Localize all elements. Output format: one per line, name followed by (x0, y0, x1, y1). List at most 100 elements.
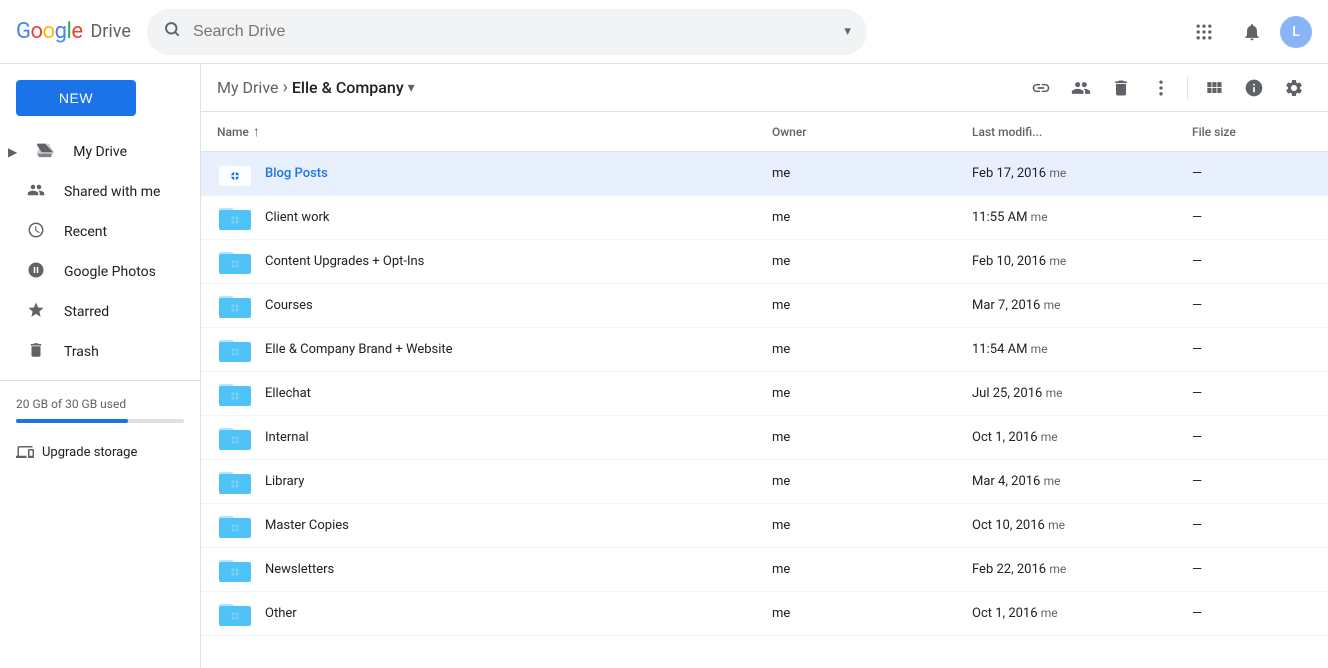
more-button[interactable] (1143, 70, 1179, 106)
file-name: Blog Posts (265, 166, 772, 181)
toolbar: My Drive › Elle & Company ▾ (201, 64, 1328, 112)
file-owner: me (772, 606, 972, 621)
sidebar-item-label: Recent (64, 224, 107, 240)
main-content: My Drive › Elle & Company ▾ (200, 64, 1328, 668)
settings-button[interactable] (1276, 70, 1312, 106)
upgrade-label: Upgrade storage (42, 445, 137, 460)
sidebar-item-trash[interactable]: Trash (0, 332, 200, 372)
file-name: Ellechat (265, 386, 772, 401)
file-name: Newsletters (265, 562, 772, 577)
sidebar-item-recent[interactable]: Recent (0, 212, 200, 252)
grid-view-button[interactable] (1196, 70, 1232, 106)
share-button[interactable] (1063, 70, 1099, 106)
file-rows: Blog Posts me Feb 17, 2016 me — Client w… (201, 152, 1328, 636)
sidebar-item-my-drive[interactable]: ▶ My Drive (0, 132, 200, 172)
table-row[interactable]: Master Copies me Oct 10, 2016 me — (201, 504, 1328, 548)
file-owner: me (772, 562, 972, 577)
file-size: — (1192, 210, 1312, 225)
table-row[interactable]: Elle & Company Brand + Website me 11:54 … (201, 328, 1328, 372)
delete-button[interactable] (1103, 70, 1139, 106)
search-bar[interactable]: ▾ (147, 9, 867, 55)
file-modified: Feb 22, 2016 me (972, 562, 1192, 577)
file-owner: me (772, 166, 972, 181)
storage-section: 20 GB of 30 GB used (0, 389, 200, 435)
logo: Google Drive (16, 19, 131, 44)
drive-label: Drive (90, 21, 130, 42)
file-owner: me (772, 386, 972, 401)
column-size-header[interactable]: File size (1192, 125, 1312, 139)
file-size: — (1192, 518, 1312, 533)
table-row[interactable]: Courses me Mar 7, 2016 me — (201, 284, 1328, 328)
table-row[interactable]: Blog Posts me Feb 17, 2016 me — (201, 152, 1328, 196)
file-modified: Jul 25, 2016 me (972, 386, 1192, 401)
file-owner: me (772, 298, 972, 313)
file-name: Other (265, 606, 772, 621)
people-icon (24, 181, 48, 204)
search-icon (163, 20, 181, 43)
column-modified-header[interactable]: Last modifi... (972, 125, 1192, 139)
toolbar-actions (1023, 70, 1312, 106)
sidebar-divider (0, 380, 200, 381)
folder-icon (217, 420, 253, 456)
column-name-header[interactable]: Name ↑ (217, 123, 772, 140)
file-list-header: Name ↑ Owner Last modifi... File size (201, 112, 1328, 152)
link-button[interactable] (1023, 70, 1059, 106)
table-row[interactable]: Library me Mar 4, 2016 me — (201, 460, 1328, 504)
breadcrumb-parent[interactable]: My Drive (217, 78, 278, 97)
file-modified: Feb 10, 2016 me (972, 254, 1192, 269)
column-modified-label: Last modifi... (972, 125, 1042, 139)
column-owner-header[interactable]: Owner (772, 125, 972, 139)
toolbar-divider (1187, 76, 1188, 100)
file-owner: me (772, 342, 972, 357)
table-row[interactable]: Content Upgrades + Opt-Ins me Feb 10, 20… (201, 240, 1328, 284)
folder-icon (217, 288, 253, 324)
expand-arrow-icon: ▶ (8, 145, 17, 159)
file-owner: me (772, 474, 972, 489)
table-row[interactable]: Client work me 11:55 AM me — (201, 196, 1328, 240)
avatar[interactable]: L (1280, 16, 1312, 48)
file-size: — (1192, 254, 1312, 269)
file-list: Name ↑ Owner Last modifi... File size (201, 112, 1328, 668)
breadcrumb-current[interactable]: Elle & Company ▾ (292, 78, 415, 97)
table-row[interactable]: Newsletters me Feb 22, 2016 me — (201, 548, 1328, 592)
info-button[interactable] (1236, 70, 1272, 106)
notifications-button[interactable] (1232, 12, 1272, 52)
sidebar-item-label: Starred (64, 304, 109, 320)
sidebar-item-label: My Drive (73, 144, 127, 160)
table-row[interactable]: Internal me Oct 1, 2016 me — (201, 416, 1328, 460)
breadcrumb-dropdown-icon[interactable]: ▾ (408, 80, 415, 96)
upgrade-storage-button[interactable]: Upgrade storage (0, 435, 200, 469)
folder-icon (217, 244, 253, 280)
search-dropdown-icon[interactable]: ▾ (844, 24, 851, 39)
folder-icon (217, 508, 253, 544)
header-right: L (1184, 12, 1312, 52)
file-modified: 11:54 AM me (972, 342, 1192, 357)
file-modified: Feb 17, 2016 me (972, 166, 1192, 181)
file-owner: me (772, 254, 972, 269)
file-owner: me (772, 210, 972, 225)
new-button[interactable]: NEW (16, 80, 136, 116)
file-size: — (1192, 474, 1312, 489)
file-name: Content Upgrades + Opt-Ins (265, 254, 772, 269)
column-owner-label: Owner (772, 125, 807, 139)
file-size: — (1192, 386, 1312, 401)
folder-icon (217, 464, 253, 500)
file-size: — (1192, 166, 1312, 181)
file-modified: Oct 1, 2016 me (972, 606, 1192, 621)
file-modified: Mar 4, 2016 me (972, 474, 1192, 489)
folder-icon (217, 552, 253, 588)
sidebar-item-label: Google Photos (64, 264, 156, 280)
folder-icon (217, 200, 253, 236)
breadcrumb-separator: › (282, 77, 287, 98)
table-row[interactable]: Ellechat me Jul 25, 2016 me — (201, 372, 1328, 416)
table-row[interactable]: Other me Oct 1, 2016 me — (201, 592, 1328, 636)
file-name: Elle & Company Brand + Website (265, 342, 772, 357)
sidebar-item-photos[interactable]: Google Photos (0, 252, 200, 292)
search-input[interactable] (193, 23, 832, 41)
new-button-container: NEW (16, 80, 184, 116)
folder-icon (217, 596, 253, 632)
sidebar-item-shared[interactable]: Shared with me (0, 172, 200, 212)
apps-button[interactable] (1184, 12, 1224, 52)
sidebar-item-starred[interactable]: Starred (0, 292, 200, 332)
drive-icon (33, 141, 57, 164)
